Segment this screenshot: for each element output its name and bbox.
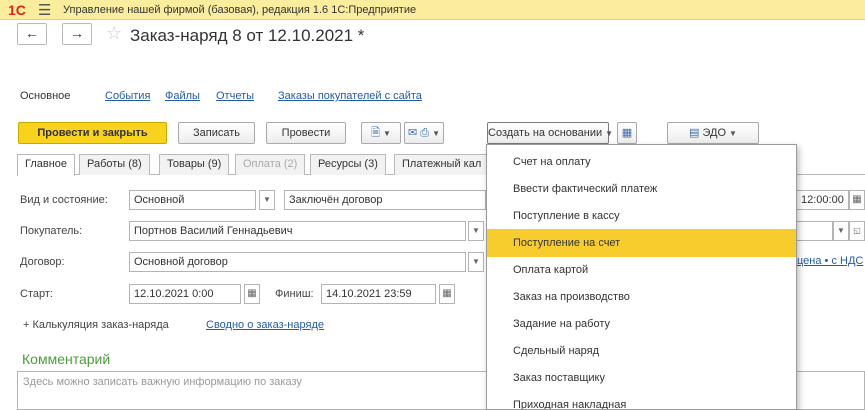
create-based-on-menu: Счет на оплату Ввести фактический платеж…: [486, 144, 797, 410]
menu-item-piece-work-order[interactable]: Сдельный наряд: [487, 337, 796, 365]
open-icon[interactable]: ◱: [849, 221, 865, 241]
mail-icon: ✉: [407, 127, 418, 139]
menu-item-work-task[interactable]: Задание на работу: [487, 310, 796, 338]
app-logo: 1С: [8, 2, 26, 18]
star-icon[interactable]: ☆: [106, 23, 122, 44]
time-field[interactable]: 12:00:00: [797, 190, 849, 210]
finish-label: Финиш:: [275, 288, 314, 300]
chevron-down-icon: ▼: [263, 195, 271, 204]
menu-item-invoice[interactable]: Счет на оплату: [487, 148, 796, 176]
buyer-field[interactable]: Портнов Василий Геннадьевич: [129, 221, 466, 241]
tab-goods[interactable]: Товары (9): [159, 154, 230, 175]
start-field[interactable]: 12.10.2021 0:00: [129, 284, 241, 304]
form-title: Заказ-наряд 8 от 12.10.2021 *: [130, 26, 365, 45]
print-icon: ⎙: [420, 127, 430, 139]
back-button[interactable]: ←: [17, 23, 47, 45]
menu-item-production-order[interactable]: Заказ на производство: [487, 283, 796, 311]
section-events-link[interactable]: События: [105, 90, 150, 102]
buyer-dropdown-button[interactable]: ▼: [468, 221, 484, 241]
section-site-orders-link[interactable]: Заказы покупателей с сайта: [278, 90, 422, 102]
chevron-down-icon: ▼: [729, 129, 737, 138]
hamburger-icon[interactable]: ☰: [38, 1, 51, 19]
mail-print-button[interactable]: ✉ ⎙ ▼: [404, 122, 444, 144]
menu-item-goods-receipt[interactable]: Приходная накладная: [487, 391, 796, 409]
app-title: Управление нашей фирмой (базовая), редак…: [63, 4, 417, 16]
edo-icon: ▤: [689, 127, 700, 139]
comment-title: Комментарий: [22, 351, 111, 367]
tab-payment-calendar[interactable]: Платежный кал: [394, 154, 490, 175]
status-field[interactable]: Заключён договор: [284, 190, 486, 210]
chevron-down-icon: ▼: [382, 129, 391, 138]
arrow-left-icon: ←: [25, 25, 39, 41]
edo-label: ЭДО: [702, 127, 727, 139]
chevron-down-icon: ▼: [432, 129, 440, 138]
documents-menu-button[interactable]: 🗎 ▼: [361, 122, 401, 144]
menu-item-cash-receipt[interactable]: Поступление в кассу: [487, 202, 796, 230]
chevron-down-icon: ▼: [605, 129, 614, 138]
create-based-on-label: Создать на основании: [488, 127, 603, 139]
menu-item-account-receipt[interactable]: Поступление на счет: [487, 229, 796, 257]
menu-item-card-payment[interactable]: Оплата картой: [487, 256, 796, 284]
post-and-close-button[interactable]: Провести и закрыть: [18, 122, 167, 144]
calculation-toggle[interactable]: + Калькуляция заказ-наряда: [23, 319, 169, 331]
tab-payment[interactable]: Оплата (2): [235, 154, 306, 175]
document-icon: 🗎: [371, 127, 380, 139]
extra-dropdown-button[interactable]: ▼: [833, 221, 849, 241]
calendar-icon[interactable]: ▦: [849, 190, 865, 210]
tab-resources[interactable]: Ресурсы (3): [310, 154, 386, 175]
calendar-icon[interactable]: ▦: [439, 284, 455, 304]
calendar-icon[interactable]: ▦: [244, 284, 260, 304]
chevron-down-icon: ▼: [472, 226, 480, 235]
kind-field[interactable]: Основной: [129, 190, 256, 210]
menu-item-supplier-order[interactable]: Заказ поставщику: [487, 364, 796, 392]
price-vat-link[interactable]: цена • с НДС: [797, 255, 863, 267]
summary-link[interactable]: Сводно о заказ-наряде: [206, 319, 324, 331]
save-button[interactable]: Записать: [178, 122, 255, 144]
kind-status-label: Вид и состояние:: [20, 194, 108, 206]
menu-item-actual-payment[interactable]: Ввести фактический платеж: [487, 175, 796, 203]
finish-field[interactable]: 14.10.2021 23:59: [321, 284, 436, 304]
edo-button[interactable]: ▤ ЭДО ▼: [667, 122, 759, 144]
section-reports-link[interactable]: Отчеты: [216, 90, 254, 102]
chevron-down-icon: ▼: [837, 226, 845, 235]
post-button[interactable]: Провести: [266, 122, 346, 144]
start-label: Старт:: [20, 288, 53, 300]
forward-button[interactable]: →: [62, 23, 92, 45]
table-icon: ▦: [621, 127, 633, 139]
tab-works[interactable]: Работы (8): [79, 154, 150, 175]
contract-dropdown-button[interactable]: ▼: [468, 252, 484, 272]
create-based-on-button[interactable]: Создать на основании ▼: [487, 122, 613, 144]
arrow-right-icon: →: [70, 25, 84, 41]
section-files-link[interactable]: Файлы: [165, 90, 200, 102]
contract-label: Договор:: [20, 256, 65, 268]
contract-field[interactable]: Основной договор: [129, 252, 466, 272]
buyer-extra-field[interactable]: [797, 221, 833, 241]
tab-main[interactable]: Главное: [17, 154, 76, 176]
section-main[interactable]: Основное: [20, 90, 70, 102]
table-report-button[interactable]: ▦: [617, 122, 637, 144]
buyer-label: Покупатель:: [20, 225, 83, 237]
kind-dropdown-button[interactable]: ▼: [259, 190, 275, 210]
chevron-down-icon: ▼: [472, 257, 480, 266]
